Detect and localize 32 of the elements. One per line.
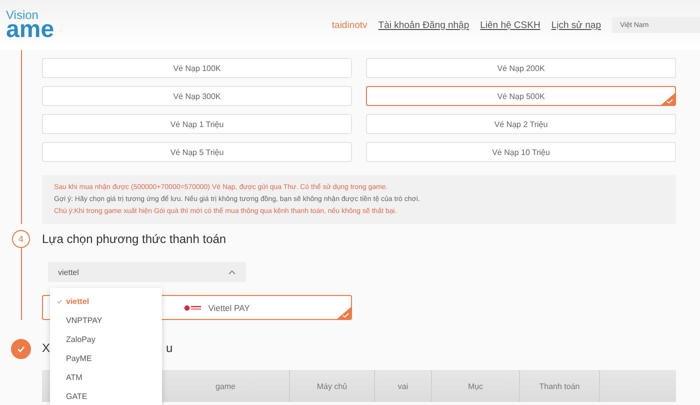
column-header: Thanh toán [539,382,580,390]
step-title: Lựa chọn phương thức thanh toán [42,231,228,248]
logo[interactable]: Vision ame [6,8,54,42]
step-title: X [42,341,50,355]
column-header: vai [398,382,408,390]
package-option[interactable]: Vé Nạp 100K [42,58,352,78]
selected-corner-icon [337,307,351,319]
step-number: 4 [12,230,30,248]
dropdown-option[interactable]: ZaloPay [50,330,162,349]
step-title: u [166,341,173,355]
nav-link[interactable]: Lịch sử nạp [551,20,601,30]
package-option[interactable]: Vé Nạp 5 Triệu [42,142,352,162]
column-header: Máy chủ [316,382,348,390]
nav-link[interactable]: Tài khoản Đăng nhập [378,20,470,30]
check-icon [16,344,26,354]
package-option[interactable]: Vé Nạp 300K [42,86,352,106]
dropdown-option[interactable]: ATM [50,368,162,387]
column-header: Mục [468,382,484,390]
package-option[interactable]: Vé Nạp 10 Triệu [366,142,676,162]
wallet-logo-icon [184,304,202,310]
payment-select[interactable]: viettel [48,262,246,282]
package-option[interactable]: Vé Nạp 1 Triệu [42,114,352,134]
package-option[interactable]: Vé Nạp 500K [366,86,676,106]
column-header: game [215,382,236,390]
chevron-icon [228,270,236,274]
dropdown-option[interactable]: GATE [50,387,162,405]
dropdown-option[interactable]: PayME [50,349,162,368]
package-option[interactable]: Vé Nạp 200K [366,58,676,78]
nav-link[interactable]: Liên hệ CSKH [480,20,540,30]
package-option[interactable]: Vé Nạp 2 Triệu [366,114,676,134]
check-icon [56,298,63,305]
selected-corner-icon [661,93,675,105]
